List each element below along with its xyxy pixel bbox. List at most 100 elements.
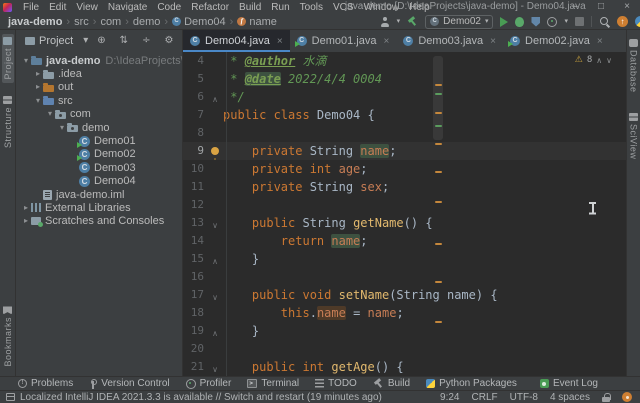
project-panel-title[interactable]: Project ▾ [25, 35, 88, 47]
code-text[interactable] [223, 340, 626, 358]
sidebar-item-bookmarks[interactable]: Bookmarks [2, 303, 14, 370]
tree-item--idea[interactable]: ▸ .idea [17, 67, 182, 80]
menu-navigate[interactable]: Navigate [103, 2, 152, 13]
next-warning-icon[interactable]: ∨ [606, 56, 612, 65]
code-text[interactable] [223, 268, 626, 286]
tab-demo02-java[interactable]: Demo02.java × [503, 30, 610, 52]
tab-profiler[interactable]: Profiler [178, 377, 240, 391]
code-text[interactable]: } [223, 250, 626, 268]
fold-expand-icon[interactable]: ∨ [212, 365, 218, 374]
collapse-all-icon[interactable]: ÷ [139, 36, 153, 46]
tree-item-out[interactable]: ▸ out [17, 81, 182, 94]
fold-collapse-icon[interactable]: ∧ [212, 95, 218, 104]
tree-chevron-icon[interactable]: ▸ [33, 70, 43, 78]
menu-view[interactable]: View [71, 2, 103, 13]
code-text[interactable]: * @author 水滴 [223, 52, 626, 70]
code-text[interactable]: } [223, 322, 626, 340]
stripe-mark[interactable] [435, 112, 442, 114]
tab-python-packages[interactable]: Python Packages [418, 377, 525, 391]
settings-gear-icon[interactable]: ⚙ [161, 36, 176, 46]
code-text[interactable]: private int age; [223, 160, 626, 178]
notifications-icon[interactable] [622, 392, 632, 402]
inspections-widget[interactable]: ⚠ 8 ∧ ∨ [575, 55, 612, 65]
stripe-mark[interactable] [435, 243, 442, 245]
user-icon[interactable] [380, 16, 390, 27]
breadcrumb-item[interactable]: demo [133, 16, 161, 28]
code-text[interactable]: */ [223, 88, 626, 106]
code-text[interactable]: private String name; [223, 142, 626, 160]
maximize-button[interactable]: □ [588, 0, 614, 14]
code-text[interactable] [223, 124, 626, 142]
stripe-mark[interactable] [435, 171, 442, 173]
code-text[interactable]: return name; [223, 232, 626, 250]
close-icon[interactable]: × [490, 36, 496, 47]
code-area[interactable]: 4 * @author 水滴 5 * @date 2022/4/4 0004 6 ∧ … [183, 52, 626, 376]
close-icon[interactable]: × [277, 36, 283, 47]
menu-file[interactable]: File [18, 2, 44, 13]
search-icon[interactable] [599, 16, 610, 27]
updates-icon[interactable] [617, 16, 628, 27]
menu-build[interactable]: Build [234, 2, 266, 13]
menu-tools[interactable]: Tools [295, 2, 328, 13]
locate-icon[interactable]: ⊕ [94, 36, 108, 46]
scrollbar-thumb[interactable] [433, 56, 443, 140]
tab-build[interactable]: Build [365, 377, 418, 391]
tab-demo03-java[interactable]: Demo03.java × [396, 30, 503, 52]
fold-collapse-icon[interactable]: ∧ [212, 329, 218, 338]
expand-collapse-icon[interactable]: ⇅ [117, 36, 131, 46]
tree-item-java-demo[interactable]: ▾ java-demo D:\IdeaProjects\java-demo [17, 54, 182, 67]
plugin-icon[interactable] [635, 16, 640, 27]
menu-code[interactable]: Code [152, 2, 186, 13]
sidebar-item-sciview[interactable]: SciView [628, 110, 640, 162]
tree-chevron-icon[interactable]: ▸ [21, 217, 31, 225]
tab-problems[interactable]: Problems [10, 377, 81, 391]
menu-edit[interactable]: Edit [44, 2, 71, 13]
tree-chevron-icon[interactable]: ▸ [33, 83, 43, 91]
menu-refactor[interactable]: Refactor [186, 2, 234, 13]
tree-chevron-icon[interactable]: ▾ [21, 56, 31, 65]
indent-setting[interactable]: 4 spaces [550, 392, 590, 403]
tab-todo[interactable]: TODO [307, 377, 365, 391]
stripe-mark[interactable] [435, 125, 442, 127]
tab-demo04-java[interactable]: Demo04.java × [183, 30, 290, 52]
menu-run[interactable]: Run [266, 2, 294, 13]
breadcrumb-item[interactable]: Demo04 [172, 16, 226, 28]
sidebar-item-database[interactable]: Database [628, 36, 640, 96]
tree-item-scratches-and-consoles[interactable]: ▸ Scratches and Consoles [17, 215, 182, 228]
caret-position[interactable]: 9:24 [440, 392, 459, 403]
run-button[interactable] [500, 16, 509, 27]
stripe-mark[interactable] [435, 93, 442, 95]
stripe-mark[interactable] [435, 321, 442, 323]
tree-chevron-icon[interactable]: ▸ [21, 203, 31, 212]
tab-version-control[interactable]: Version Control [81, 377, 177, 391]
tree-item-demo02[interactable]: Demo02 [17, 148, 182, 161]
close-icon[interactable]: × [597, 36, 603, 47]
prev-warning-icon[interactable]: ∧ [596, 56, 602, 65]
code-text[interactable]: private String sex; [223, 178, 626, 196]
code-text[interactable]: public class Demo04 { [223, 106, 626, 124]
tree-item-demo01[interactable]: Demo01 [17, 134, 182, 148]
tree-item-com[interactable]: ▾ com [17, 108, 182, 121]
tab-terminal[interactable]: Terminal [239, 377, 307, 391]
stripe-mark[interactable] [435, 281, 442, 283]
tree-item-demo[interactable]: ▾ demo [17, 121, 182, 134]
stripe-mark[interactable] [435, 143, 442, 145]
tab-event-log[interactable]: Event Log [532, 377, 606, 391]
tree-item-external-libraries[interactable]: ▸ External Libraries [17, 201, 182, 214]
tree-chevron-icon[interactable]: ▾ [57, 123, 67, 132]
fold-collapse-icon[interactable]: ∧ [212, 257, 218, 266]
debug-button[interactable] [515, 16, 525, 27]
breadcrumb-item[interactable]: java-demo [8, 16, 62, 28]
coverage-button[interactable] [531, 16, 541, 27]
line-ending[interactable]: CRLF [472, 392, 498, 403]
fold-expand-icon[interactable]: ∨ [212, 293, 218, 302]
tab-demo01-java[interactable]: Demo01.java × [290, 30, 397, 52]
minimize-button[interactable]: – [562, 0, 588, 14]
close-button[interactable]: × [614, 0, 640, 14]
build-hammer-icon[interactable] [407, 16, 418, 27]
fold-expand-icon[interactable]: ∨ [212, 221, 218, 230]
stripe-mark[interactable] [435, 201, 442, 203]
breadcrumb-item[interactable]: src [74, 16, 89, 28]
code-text[interactable]: public String getName() { [223, 214, 626, 232]
profiler-button[interactable] [547, 16, 558, 27]
